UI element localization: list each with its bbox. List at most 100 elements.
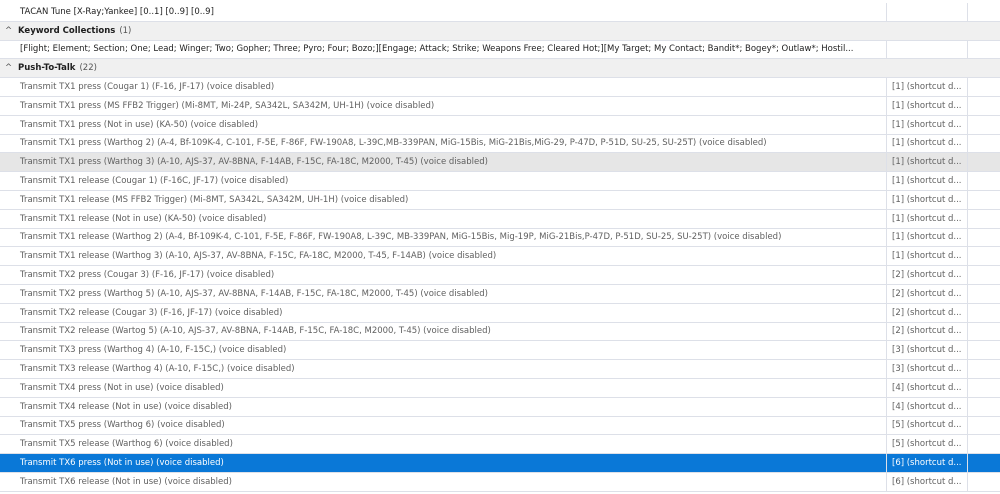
command-name: Transmit TX2 release (Wartog 5) (A-10, A…	[20, 326, 491, 337]
command-name: [Flight; Element; Section; One; Lead; Wi…	[20, 44, 854, 55]
command-name: Transmit TX1 release (Warthog 3) (A-10, …	[20, 251, 497, 262]
command-row[interactable]: Transmit TX1 release (Warthog 3) (A-10, …	[0, 247, 1000, 267]
command-row[interactable]: Transmit TX1 press (Not in use) (KA-50) …	[0, 115, 1000, 135]
group-header-keyword-collections[interactable]: ^ Keyword Collections (1)	[0, 21, 1000, 41]
command-row[interactable]: Transmit TX6 press (Not in use) (voice d…	[0, 454, 1000, 473]
command-name: Transmit TX6 release (Not in use) (voice…	[20, 476, 232, 487]
command-shortcut	[886, 3, 967, 21]
command-shortcut: [2] (shortcut d...	[886, 322, 967, 341]
command-row[interactable]: Transmit TX2 release (Cougar 3) (F-16, J…	[0, 303, 1000, 323]
command-shortcut: [1] (shortcut d...	[886, 153, 967, 172]
extra-column	[967, 472, 1000, 491]
command-list[interactable]: TACAN Tune [X-Ray;Yankee] [0..1] [0..9] …	[0, 0, 1000, 494]
command-name: Transmit TX1 press (MS FFB2 Trigger) (Mi…	[20, 100, 435, 111]
group-title: Push-To-Talk	[18, 63, 76, 74]
extra-column	[967, 416, 1000, 435]
command-shortcut: [2] (shortcut d...	[886, 266, 967, 284]
extra-column	[967, 3, 1000, 21]
command-shortcut: [3] (shortcut d...	[886, 341, 967, 360]
command-row[interactable]: Transmit TX1 release (MS FFB2 Trigger) (…	[0, 190, 1000, 210]
command-row[interactable]: Transmit TX4 press (Not in use) (voice d…	[0, 378, 1000, 398]
extra-column	[967, 397, 1000, 416]
extra-column	[967, 115, 1000, 134]
group-header-push-to-talk[interactable]: ^ Push-To-Talk (22)	[0, 59, 1000, 79]
extra-column	[967, 96, 1000, 115]
command-shortcut: [1] (shortcut d...	[886, 209, 967, 228]
command-row[interactable]: Transmit TX5 release (Warthog 6) (voice …	[0, 435, 1000, 455]
command-row[interactable]: [Flight; Element; Section; One; Lead; Wi…	[0, 40, 1000, 60]
command-shortcut	[886, 40, 967, 59]
group-label: Keyword Collections (1)	[16, 22, 996, 40]
command-row[interactable]: Transmit TX6 release (Not in use) (voice…	[0, 472, 1000, 492]
extra-column	[967, 78, 1000, 96]
command-shortcut: [6] (shortcut d...	[886, 454, 967, 472]
extra-column	[967, 40, 1000, 59]
extra-column	[967, 322, 1000, 341]
extra-column	[967, 153, 1000, 172]
command-row[interactable]: Transmit TX3 release (Warthog 4) (A-10, …	[0, 360, 1000, 379]
group-count: (22)	[79, 63, 97, 74]
command-row[interactable]: Transmit TX1 press (Warthog 2) (A-4, Bf-…	[0, 134, 1000, 154]
command-name: Transmit TX2 press (Warthog 5) (A-10, AJ…	[20, 288, 488, 299]
command-name: Transmit TX1 release (MS FFB2 Trigger) (…	[20, 194, 409, 205]
command-name: Transmit TX6 press (Not in use) (voice d…	[20, 458, 224, 469]
command-row[interactable]: Transmit TX4 release (Not in use) (voice…	[0, 397, 1000, 417]
extra-column	[967, 172, 1000, 190]
command-row[interactable]: TACAN Tune [X-Ray;Yankee] [0..1] [0..9] …	[0, 3, 1000, 22]
command-name: Transmit TX2 release (Cougar 3) (F-16, J…	[20, 307, 283, 318]
extra-column	[967, 228, 1000, 247]
collapse-caret-icon[interactable]: ^	[5, 59, 15, 77]
group-title: Keyword Collections	[18, 25, 116, 36]
command-name: Transmit TX1 press (Warthog 2) (A-4, Bf-…	[20, 138, 767, 149]
group-label: Push-To-Talk (22)	[16, 59, 996, 77]
command-shortcut: [4] (shortcut d...	[886, 397, 967, 416]
command-shortcut: [1] (shortcut d...	[886, 96, 967, 115]
command-shortcut: [5] (shortcut d...	[886, 435, 967, 454]
command-shortcut: [2] (shortcut d...	[886, 284, 967, 303]
command-row[interactable]: Transmit TX1 release (Not in use) (KA-50…	[0, 209, 1000, 229]
command-row[interactable]: Transmit TX1 press (Cougar 1) (F-16, JF-…	[0, 78, 1000, 97]
extra-column	[967, 209, 1000, 228]
command-row[interactable]: Transmit TX1 release (Warthog 2) (A-4, B…	[0, 228, 1000, 248]
extra-column	[967, 134, 1000, 153]
command-name: Transmit TX1 release (Warthog 2) (A-4, B…	[20, 232, 782, 243]
command-shortcut: [4] (shortcut d...	[886, 378, 967, 397]
command-row[interactable]: Transmit TX2 press (Warthog 5) (A-10, AJ…	[0, 284, 1000, 304]
command-name: Transmit TX1 release (Cougar 1) (F-16C, …	[20, 176, 289, 187]
command-shortcut: [6] (shortcut d...	[886, 472, 967, 491]
command-name: Transmit TX1 press (Warthog 3) (A-10, AJ…	[20, 157, 488, 168]
collapse-caret-icon[interactable]: ^	[5, 22, 15, 40]
command-name: Transmit TX1 press (Cougar 1) (F-16, JF-…	[20, 82, 275, 93]
command-row[interactable]: Transmit TX3 press (Warthog 4) (A-10, F-…	[0, 341, 1000, 361]
command-name: Transmit TX5 press (Warthog 6) (voice di…	[20, 420, 225, 431]
extra-column	[967, 247, 1000, 266]
extra-column	[967, 454, 1000, 472]
command-row[interactable]: Transmit TX2 release (Wartog 5) (A-10, A…	[0, 322, 1000, 342]
command-name: Transmit TX3 press (Warthog 4) (A-10, F-…	[20, 345, 287, 356]
extra-column	[967, 378, 1000, 397]
command-shortcut: [1] (shortcut d...	[886, 78, 967, 96]
extra-column	[967, 360, 1000, 378]
command-row[interactable]: Transmit TX1 press (Warthog 3) (A-10, AJ…	[0, 153, 1000, 173]
command-row[interactable]: Transmit TX2 press (Cougar 3) (F-16, JF-…	[0, 266, 1000, 285]
group-count: (1)	[119, 25, 132, 36]
command-row[interactable]: Transmit TX5 press (Warthog 6) (voice di…	[0, 416, 1000, 436]
extra-column	[967, 341, 1000, 360]
extra-column	[967, 266, 1000, 284]
command-shortcut: [1] (shortcut d...	[886, 228, 967, 247]
command-shortcut: [3] (shortcut d...	[886, 360, 967, 378]
command-name: Transmit TX5 release (Warthog 6) (voice …	[20, 439, 233, 450]
command-shortcut: [1] (shortcut d...	[886, 190, 967, 209]
extra-column	[967, 284, 1000, 303]
command-row[interactable]: Transmit TX1 press (MS FFB2 Trigger) (Mi…	[0, 96, 1000, 116]
extra-column	[967, 435, 1000, 454]
command-row[interactable]: Transmit TX1 release (Cougar 1) (F-16C, …	[0, 172, 1000, 191]
command-shortcut: [2] (shortcut d...	[886, 303, 967, 322]
command-name: Transmit TX4 release (Not in use) (voice…	[20, 401, 232, 412]
command-name: TACAN Tune [X-Ray;Yankee] [0..1] [0..9] …	[20, 6, 214, 17]
command-shortcut: [1] (shortcut d...	[886, 247, 967, 266]
extra-column	[967, 303, 1000, 322]
command-name: Transmit TX1 press (Not in use) (KA-50) …	[20, 119, 259, 130]
command-name: Transmit TX1 release (Not in use) (KA-50…	[20, 213, 267, 224]
command-shortcut: [1] (shortcut d...	[886, 115, 967, 134]
